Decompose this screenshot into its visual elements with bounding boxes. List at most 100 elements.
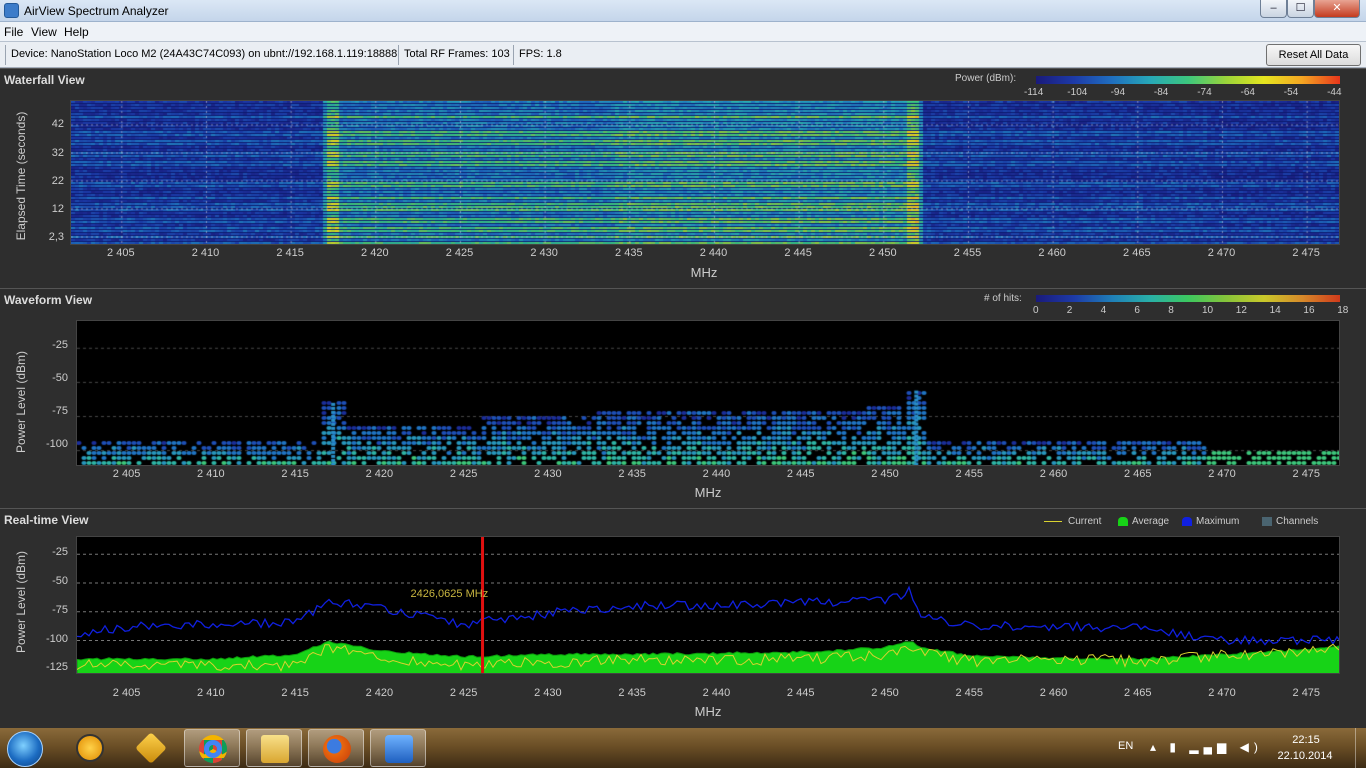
power-legend-label: Power (dBm):	[955, 73, 1017, 84]
x-tick-label: 2 465	[1123, 247, 1151, 259]
minimize-button[interactable]: –	[1260, 0, 1287, 18]
x-tick-label: 2 475	[1292, 247, 1320, 259]
x-tick-label: 2 435	[615, 247, 643, 259]
status-toolbar: Device: NanoStation Loco M2 (24A43C74C09…	[0, 42, 1366, 68]
power-colorbar-tick: -64	[1240, 87, 1255, 98]
power-colorbar-tick: -94	[1110, 87, 1126, 98]
x-tick-label: 2 405	[107, 247, 135, 259]
waterfall-plot[interactable]	[70, 100, 1340, 245]
taskbar-app-avast[interactable]	[62, 729, 118, 767]
x-tick-label: 2 435	[618, 468, 646, 480]
x-tick-label: 2 440	[702, 687, 731, 699]
toolbar-separator	[513, 45, 514, 65]
hits-colorbar-tick: 12	[1235, 305, 1247, 316]
x-tick-label: 2 440	[702, 468, 731, 480]
legend-swatch-channels	[1262, 517, 1272, 526]
x-tick-label: 2 430	[534, 687, 562, 699]
power-colorbar-tick: -44	[1327, 87, 1342, 98]
x-tick-label: 2 475	[1292, 468, 1321, 480]
hits-colorbar-tick: 4	[1100, 305, 1107, 316]
x-tick-label: 2 405	[112, 687, 141, 699]
toolbar-separator	[5, 45, 6, 65]
x-tick-label: 2 475	[1292, 687, 1321, 699]
x-tick-label: 2 410	[197, 687, 225, 699]
start-button[interactable]	[7, 731, 43, 767]
menu-bar: File View Help	[0, 22, 1366, 42]
x-tick-label: 2 470	[1208, 468, 1236, 480]
reset-all-data-button[interactable]: Reset All Data	[1266, 44, 1361, 66]
x-tick-label: 2 460	[1039, 468, 1068, 480]
waveform-y-label: Power Level (dBm)	[14, 350, 28, 454]
x-tick-label: 2 425	[449, 468, 478, 480]
app-icon	[4, 3, 19, 18]
title-bar[interactable]: AirView Spectrum Analyzer – ☐ ✕	[0, 0, 1366, 22]
waveform-density	[77, 321, 1339, 465]
legend-swatch-maximum	[1182, 517, 1192, 526]
x-tick-label: 2 465	[1123, 468, 1152, 480]
realtime-y-tick: -25	[52, 546, 68, 559]
legend-swatch-average	[1118, 517, 1128, 526]
waterfall-y-tick: 42	[51, 118, 64, 130]
legend-label-maximum: Maximum	[1196, 516, 1240, 527]
waveform-y-tick: -50	[52, 372, 68, 384]
close-button[interactable]: ✕	[1314, 0, 1360, 18]
taskbar-app-explorer[interactable]	[246, 729, 302, 767]
taskbar: EN ▴ ▮ ▂▄▆ ◀) 22:15 22.10.2014	[0, 728, 1366, 768]
realtime-title: Real-time View	[4, 513, 89, 527]
realtime-y-tick: -125	[45, 661, 68, 674]
x-tick-label: 2 460	[1038, 247, 1066, 259]
hits-colorbar	[1036, 295, 1340, 302]
x-tick-label: 2 450	[871, 468, 899, 480]
waterfall-panel: Waterfall View Power (dBm): -114 -104 -94 -…	[0, 68, 1366, 288]
realtime-y-tick: -100	[45, 632, 68, 645]
window-title: AirView Spectrum Analyzer	[24, 4, 169, 18]
x-tick-label: 2 445	[786, 468, 815, 480]
menu-view[interactable]: View	[31, 25, 57, 39]
power-colorbar-tick: -54	[1283, 87, 1299, 98]
legend-label-average: Average	[1132, 516, 1170, 527]
power-colorbar-tick: -104	[1067, 87, 1088, 98]
taskbar-app-winamp[interactable]	[123, 729, 179, 767]
power-colorbar	[1036, 76, 1340, 84]
legend-label-current: Current	[1068, 516, 1102, 527]
x-tick-label: 2 460	[1039, 687, 1068, 699]
power-colorbar-tick: -114	[1024, 87, 1044, 98]
show-desktop-button[interactable]	[1355, 728, 1366, 768]
waveform-plot[interactable]	[76, 320, 1340, 466]
hits-colorbar-tick: 18	[1337, 305, 1349, 316]
language-indicator[interactable]: EN	[1118, 740, 1133, 752]
waveform-x-unit: MHz	[694, 485, 722, 500]
x-tick-label: 2 470	[1207, 247, 1236, 259]
menu-file[interactable]: File	[4, 25, 23, 39]
power-colorbar-tick: -84	[1153, 87, 1169, 98]
winamp-icon	[135, 732, 167, 764]
taskbar-app-chrome[interactable]	[184, 729, 240, 767]
maximize-button[interactable]: ☐	[1287, 0, 1314, 18]
tray-icons[interactable]: ▴ ▮ ▂▄▆ ◀)	[1150, 740, 1263, 754]
x-tick-label: 2 410	[191, 247, 220, 259]
power-colorbar-tick: -74	[1197, 87, 1212, 98]
waterfall-title: Waterfall View	[4, 73, 85, 87]
x-tick-label: 2 445	[784, 247, 812, 259]
menu-help[interactable]: Help	[64, 25, 89, 39]
realtime-plot[interactable]: 2426,0625 MHz	[76, 536, 1340, 674]
clock-date[interactable]: 22.10.2014	[1270, 750, 1340, 762]
waterfall-y-tick: 22	[51, 175, 64, 187]
realtime-panel: Real-time View Current Average Maximum Chan…	[0, 508, 1366, 728]
x-tick-label: 2 430	[530, 247, 558, 259]
x-tick-label: 2 455	[955, 687, 983, 699]
airview-icon	[385, 735, 413, 763]
x-tick-label: 2 470	[1208, 687, 1236, 699]
taskbar-app-airview[interactable]	[370, 729, 426, 767]
hits-colorbar-tick: 10	[1202, 305, 1214, 316]
x-tick-label: 2 450	[871, 687, 899, 699]
clock-time[interactable]: 22:15	[1276, 734, 1336, 746]
app-window: AirView Spectrum Analyzer – ☐ ✕ File Vie…	[0, 0, 1366, 728]
waterfall-y-tick: 32	[51, 147, 64, 159]
waveform-y-tick: -100	[45, 438, 68, 450]
x-tick-label: 2 415	[281, 687, 309, 699]
taskbar-app-firefox[interactable]	[308, 729, 364, 767]
frequency-marker-label: 2426,0625 MHz	[411, 588, 489, 600]
x-tick-label: 2 450	[869, 247, 897, 259]
realtime-x-unit: MHz	[694, 704, 722, 719]
